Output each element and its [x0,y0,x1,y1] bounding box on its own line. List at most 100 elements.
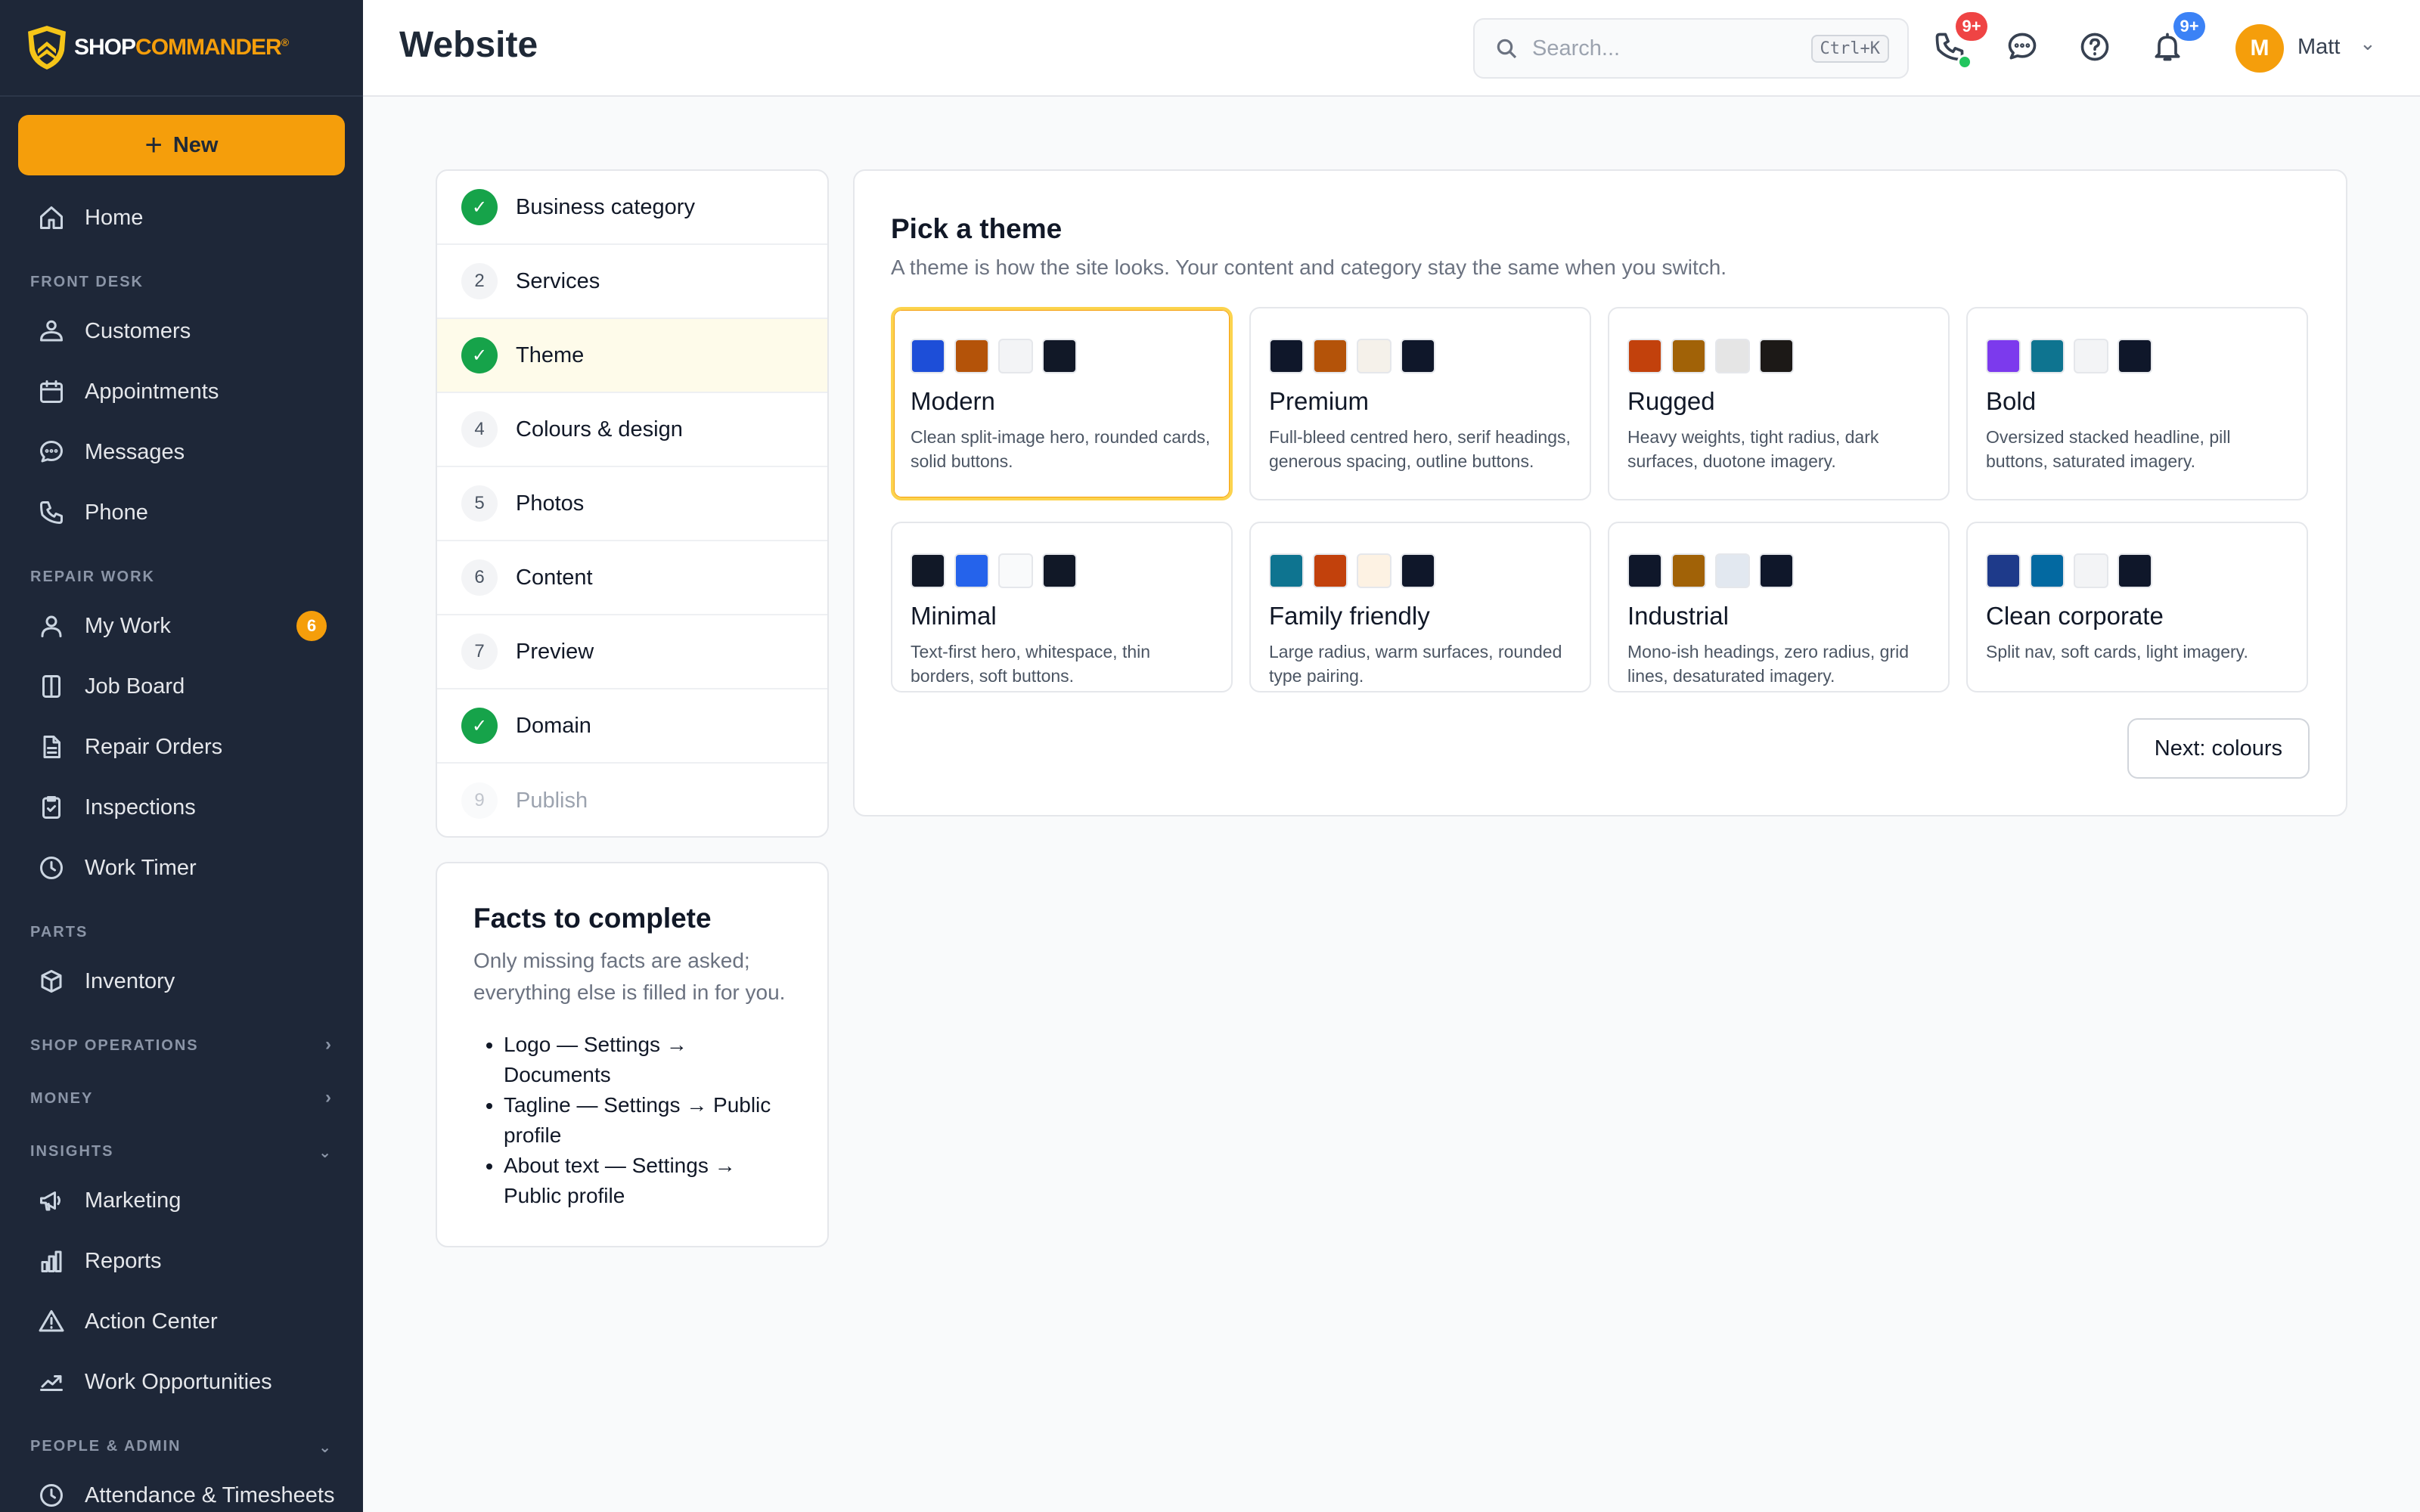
sidebar-item-label: Inspections [85,795,196,820]
step-number: 7 [461,634,498,670]
help-button[interactable] [2078,30,2114,67]
sidebar-item-inspections[interactable]: Inspections [36,785,339,830]
color-swatch [1627,339,1662,373]
sidebar-item-marketing[interactable]: Marketing [36,1178,339,1223]
theme-card[interactable]: Minimal Text-first hero, whitespace, thin… [891,522,1233,692]
brand-logo[interactable]: SHOPCOMMANDER® [0,0,363,97]
new-button[interactable]: + New [18,115,345,175]
theme-description: Heavy weights, tight radius, dark surfac… [1627,427,1879,471]
step-item[interactable]: ✓ Domain [437,689,827,764]
color-swatches [1986,553,2288,588]
section-money[interactable]: MONEY › [30,1087,333,1108]
sidebar-item-messages[interactable]: Messages [36,429,339,475]
my-work-count-badge: 6 [296,611,327,641]
customers-icon [36,316,67,346]
phone-button[interactable]: 9+ [1933,12,1987,70]
page-title: Website [399,25,538,65]
theme-name: Minimal [911,602,997,630]
search-placeholder: Search... [1532,36,1621,60]
color-swatches [911,339,1213,373]
color-swatch [1671,339,1706,373]
help-circle-icon [2080,33,2109,61]
search-shortcut-hint: Ctrl+K [1810,35,1889,63]
color-swatch [1042,339,1077,373]
sidebar-item-phone[interactable]: Phone [36,490,339,535]
user-icon [36,611,67,641]
theme-name: Rugged [1627,387,1715,415]
theme-card[interactable]: Rugged Heavy weights, tight radius, dark … [1608,307,1950,500]
theme-description: Oversized stacked headline, pill buttons… [1986,427,2231,471]
color-swatch [1357,339,1392,373]
sidebar-item-action-center[interactable]: Action Center [36,1299,339,1344]
sidebar-item-label: My Work [85,613,171,638]
chevron-down-icon[interactable]: ⌄ [2360,32,2376,55]
sidebar-item-repair-orders[interactable]: Repair Orders [36,724,339,770]
step-label: Services [516,268,600,293]
sidebar-item-appointments[interactable]: Appointments [36,369,339,414]
step-item[interactable]: ✓ Business category [437,171,827,245]
theme-picker-panel: Pick a theme A theme is how the site loo… [853,169,2347,816]
user-name[interactable]: Matt [2297,35,2340,60]
sidebar-item-label: Marketing [85,1188,182,1213]
color-swatch [954,339,989,373]
theme-card[interactable]: Bold Oversized stacked headline, pill but… [1966,307,2308,500]
notifications-button[interactable]: 9+ [2151,12,2205,67]
next-colours-button[interactable]: Next: colours [2127,718,2310,779]
theme-card[interactable]: Premium Full-bleed centred hero, serif he… [1249,307,1591,500]
search-input[interactable]: Search... Ctrl+K [1473,18,1909,79]
color-swatch [1715,553,1750,588]
plus-icon: + [144,129,163,162]
theme-description: Text-first hero, whitespace, thin border… [911,642,1151,686]
sidebar-item-attendance[interactable]: Attendance & Timesheets [36,1473,339,1512]
brand-name-commander: COMMANDER [135,35,282,60]
sidebar-item-label: Appointments [85,379,219,404]
sidebar-item-label: Attendance & Timesheets [85,1483,335,1507]
sidebar-item-inventory[interactable]: Inventory [36,959,339,1004]
sidebar-item-my-work[interactable]: My Work 6 [36,603,339,649]
section-insights[interactable]: INSIGHTS ⌄ [30,1143,333,1161]
search-icon [1497,39,1517,59]
color-swatch [1313,339,1348,373]
box-icon [36,966,67,996]
check-circle-icon: ✓ [461,708,498,744]
theme-title: Pick a theme [891,213,1063,244]
step-number: 2 [461,263,498,299]
theme-name: Premium [1269,387,1370,415]
shield-logo-icon [26,23,68,72]
step-item[interactable]: 5 Photos [437,467,827,541]
online-status-dot [1957,54,1972,70]
chat-bubble-icon [2008,33,2037,60]
sidebar-item-work-opportunities[interactable]: Work Opportunities [36,1359,339,1405]
section-people-admin[interactable]: PEOPLE & ADMIN ⌄ [30,1438,333,1456]
theme-card[interactable]: Family friendly Large radius, warm surfac… [1249,522,1591,692]
sidebar-item-home[interactable]: Home [36,195,339,240]
color-swatch [1042,553,1077,588]
section-label-text: SHOP OPERATIONS [30,1037,199,1054]
section-label-text: PEOPLE & ADMIN [30,1438,182,1455]
sidebar-item-reports[interactable]: Reports [36,1238,339,1284]
step-item[interactable]: 7 Preview [437,615,827,689]
sidebar-item-job-board[interactable]: Job Board [36,664,339,709]
theme-name: Clean corporate [1986,602,2164,630]
theme-card[interactable]: Industrial Mono-ish headings, zero radius… [1608,522,1950,692]
section-shop-operations[interactable]: SHOP OPERATIONS › [30,1034,333,1055]
theme-description: Clean split-image hero, rounded cards, s… [911,427,1211,471]
sidebar-item-label: Messages [85,439,185,464]
theme-subtitle: A theme is how the site looks. Your cont… [891,256,1727,279]
step-item[interactable]: 6 Content [437,541,827,615]
theme-description: Large radius, warm surfaces, rounded typ… [1269,642,1562,686]
theme-card[interactable]: Modern Clean split-image hero, rounded ca… [891,307,1233,500]
wizard-steps: ✓ Business category 2 Services ✓ Theme 4 Colour… [436,169,829,838]
messages-button[interactable] [2006,30,2042,67]
theme-card[interactable]: Clean corporate Split nav, soft cards, li… [1966,522,2308,692]
sidebar-item-work-timer[interactable]: Work Timer [36,845,339,891]
avatar[interactable]: M [2235,24,2284,73]
megaphone-icon [36,1185,67,1216]
step-item[interactable]: 4 Colours & design [437,393,827,467]
theme-name: Industrial [1627,602,1729,630]
step-item[interactable]: 9 Publish [437,764,827,836]
sidebar-item-label: Inventory [85,968,175,993]
sidebar-item-customers[interactable]: Customers [36,308,339,354]
step-item[interactable]: ✓ Theme [437,319,827,393]
step-item[interactable]: 2 Services [437,245,827,319]
